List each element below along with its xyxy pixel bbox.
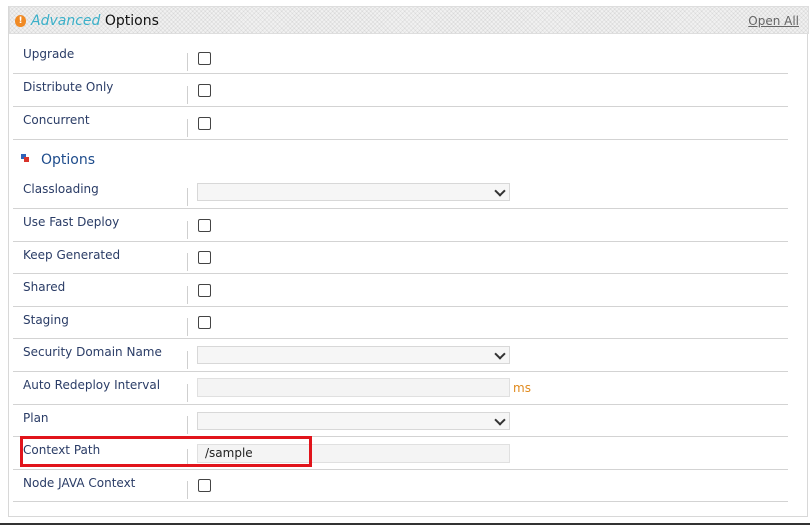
open-all-link[interactable]: Open All bbox=[748, 14, 799, 28]
chevron-down-icon bbox=[494, 414, 506, 426]
stacked-squares-icon bbox=[21, 154, 30, 163]
row-label: Node JAVA Context bbox=[23, 476, 136, 490]
row-staging: Staging bbox=[13, 307, 788, 339]
keep-generated-checkbox[interactable] bbox=[198, 251, 211, 264]
row-label: Concurrent bbox=[23, 113, 90, 127]
row-plan: Plan bbox=[13, 405, 788, 437]
row-divider bbox=[187, 416, 188, 434]
row-divider bbox=[187, 221, 188, 239]
row-label: Security Domain Name bbox=[23, 345, 162, 359]
use-fast-deploy-checkbox[interactable] bbox=[198, 219, 211, 232]
row-divider bbox=[187, 86, 188, 104]
auto-redeploy-interval-input[interactable] bbox=[197, 378, 510, 397]
bottom-border bbox=[0, 523, 810, 525]
row-divider bbox=[187, 119, 188, 137]
row-concurrent: Concurrent bbox=[13, 107, 788, 140]
row-keep-generated: Keep Generated bbox=[13, 242, 788, 274]
panel-title: Advanced Options bbox=[31, 13, 159, 30]
row-node-java-context: Node JAVA Context bbox=[13, 470, 788, 502]
security-domain-name-select[interactable] bbox=[197, 346, 510, 364]
row-use-fast-deploy: Use Fast Deploy bbox=[13, 209, 788, 242]
row-shared: Shared bbox=[13, 274, 788, 307]
row-distribute-only: Distribute Only bbox=[13, 74, 788, 107]
row-label: Use Fast Deploy bbox=[23, 215, 120, 229]
panel-header: ! Advanced Options Open All bbox=[9, 6, 809, 34]
row-divider bbox=[187, 481, 188, 499]
row-divider bbox=[187, 53, 188, 71]
row-label: Shared bbox=[23, 280, 66, 294]
distribute-only-checkbox[interactable] bbox=[198, 84, 211, 97]
row-label: Upgrade bbox=[23, 47, 75, 61]
shared-checkbox[interactable] bbox=[198, 284, 211, 297]
row-divider bbox=[187, 384, 188, 402]
node-java-context-checkbox[interactable] bbox=[198, 479, 211, 492]
panel-title-accent: Advanced bbox=[31, 13, 101, 29]
row-divider bbox=[187, 188, 188, 206]
chevron-down-icon bbox=[494, 185, 506, 197]
row-label: Distribute Only bbox=[23, 80, 114, 94]
staging-checkbox[interactable] bbox=[198, 316, 211, 329]
row-label: Staging bbox=[23, 313, 69, 327]
row-divider bbox=[187, 253, 188, 271]
upgrade-checkbox[interactable] bbox=[198, 52, 211, 65]
row-label: Keep Generated bbox=[23, 248, 121, 262]
row-security-domain-name: Security Domain Name bbox=[13, 339, 788, 372]
row-upgrade: Upgrade bbox=[13, 41, 788, 74]
classloading-select[interactable] bbox=[197, 183, 510, 201]
panel-title-rest: Options bbox=[104, 13, 159, 29]
row-label: Classloading bbox=[23, 182, 99, 196]
row-divider bbox=[187, 351, 188, 369]
row-label: Auto Redeploy Interval bbox=[23, 378, 161, 392]
alert-badge-icon: ! bbox=[15, 15, 26, 27]
row-divider bbox=[187, 286, 188, 304]
plan-select[interactable] bbox=[197, 412, 510, 430]
context-path-highlight bbox=[20, 436, 312, 467]
row-label: Plan bbox=[23, 411, 49, 425]
unit-label: ms bbox=[513, 381, 531, 395]
concurrent-checkbox[interactable] bbox=[198, 117, 211, 130]
row-classloading: Classloading bbox=[13, 176, 788, 209]
options-section-title: Options bbox=[41, 152, 96, 168]
chevron-down-icon bbox=[494, 348, 506, 360]
row-divider bbox=[187, 318, 188, 336]
row-auto-redeploy-interval: Auto Redeploy Interval ms bbox=[13, 372, 788, 405]
